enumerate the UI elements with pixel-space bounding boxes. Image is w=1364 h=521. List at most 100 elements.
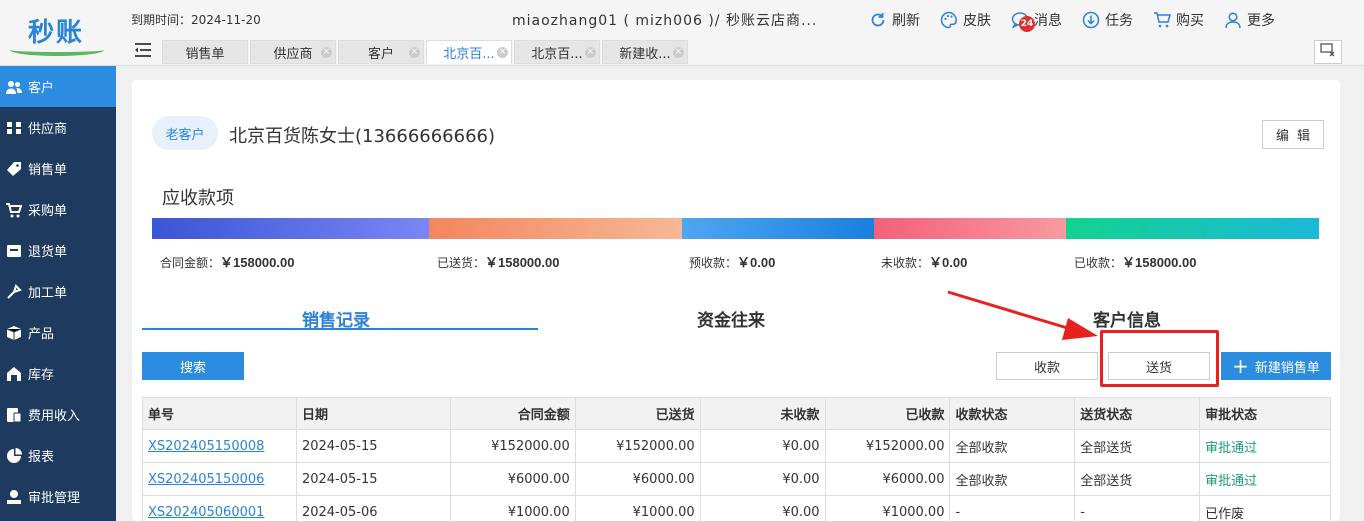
header-actions: 刷新 皮肤 24 消息 任务 购买 更多 [868, 8, 1294, 32]
return-icon [6, 243, 22, 259]
customer-detail-panel: 老客户 北京百货陈女士(13666666666) 编辑 应收款项 合同金额：￥1… [132, 80, 1340, 521]
highlight-box [1100, 330, 1219, 387]
close-tab-icon[interactable]: × [321, 47, 332, 58]
menu-toggle-button[interactable] [130, 40, 156, 64]
column-header[interactable]: 审批状态 [1199, 397, 1331, 430]
close-tab-icon[interactable]: × [409, 47, 420, 58]
receivable-label: 已收款： [1074, 256, 1123, 270]
screen-close-icon [1320, 43, 1336, 61]
receivable-bar-contract [152, 218, 429, 239]
receivable-value: ￥158000.00 [220, 255, 295, 270]
table-cell: 全部送货 [1074, 429, 1201, 463]
sidebar-item-return-order[interactable]: 退货单 [0, 230, 116, 271]
receivable-value: ￥0.00 [929, 255, 968, 270]
messages-button[interactable]: 24 消息 [1010, 8, 1062, 32]
table-header-row: 单号 日期 合同金额 已送货 未收款 已收款 收款状态 送货状态 审批状态 [142, 397, 1331, 430]
order-link-text[interactable]: XS202405150006 [148, 472, 264, 487]
order-number-link[interactable]: XS202405060001 [142, 495, 297, 521]
app-logo[interactable]: 秒账 [8, 8, 104, 58]
sidebar-item-expense-income[interactable]: 费用收入 [0, 394, 116, 435]
sidebar-item-customer[interactable]: 客户 [0, 66, 116, 107]
close-tab-icon[interactable]: × [497, 47, 508, 58]
tab-customer-detail[interactable]: 北京百... × [514, 40, 600, 64]
sidebar-item-purchase-order[interactable]: 采购单 [0, 189, 116, 230]
sidebar-item-label: 库存 [28, 368, 55, 383]
order-link-text[interactable]: XS202405060001 [148, 505, 264, 520]
close-tab-icon[interactable]: × [673, 47, 684, 58]
more-button[interactable]: 更多 [1223, 8, 1275, 32]
tab-sales-order[interactable]: 销售单 [162, 40, 248, 64]
buy-button[interactable]: 购买 [1152, 8, 1204, 32]
tab-customer-detail-active[interactable]: 北京百... × [426, 40, 512, 64]
table-cell: ¥6000.00 [574, 462, 701, 496]
sidebar-item-approval[interactable]: 审批管理 [0, 476, 116, 517]
receivable-contract: 合同金额：￥158000.00 [160, 252, 294, 271]
sales-records-table: 单号 日期 合同金额 已送货 未收款 已收款 收款状态 送货状态 审批状态 XS… [142, 397, 1331, 521]
search-button[interactable]: 搜索 [142, 352, 244, 380]
table-cell: 全部送货 [1074, 462, 1201, 496]
column-header[interactable]: 单号 [142, 397, 297, 430]
tab-label: 客户 [367, 46, 394, 62]
sidebar-item-inventory[interactable]: 库存 [0, 353, 116, 394]
new-sales-order-label: 新建销售单 [1254, 360, 1320, 376]
sidebar-item-report[interactable]: 报表 [0, 435, 116, 476]
receivable-value: ￥158000.00 [1122, 255, 1197, 270]
tab-customer[interactable]: 客户 × [338, 40, 424, 64]
tab-customer-info[interactable]: 客户信息 [1093, 306, 1161, 331]
table-row[interactable]: XS202405150006 2024-05-15 ¥6000.00 ¥6000… [142, 462, 1331, 496]
receivable-label: 合同金额： [160, 256, 221, 270]
new-sales-order-button[interactable]: + 新建销售单 [1221, 352, 1331, 380]
pie-chart-icon [6, 447, 22, 464]
receive-payment-button[interactable]: 收款 [996, 352, 1098, 380]
sidebar-item-label: 退货单 [28, 245, 68, 260]
money-icon [6, 407, 22, 423]
column-header[interactable]: 未收款 [699, 397, 826, 430]
sidebar-item-sales-order[interactable]: 销售单 [0, 148, 116, 189]
collapse-menu-icon [134, 43, 152, 61]
tasks-button[interactable]: 任务 [1081, 8, 1133, 32]
table-cell: ¥0.00 [699, 429, 826, 463]
order-link-text[interactable]: XS202405150008 [148, 439, 264, 454]
table-row[interactable]: XS202405060001 2024-05-06 ¥1000.00 ¥1000… [142, 495, 1331, 521]
refresh-icon [868, 10, 888, 30]
tab-label: 销售单 [185, 46, 225, 62]
column-header[interactable]: 已送货 [574, 397, 701, 430]
approval-icon [6, 489, 22, 505]
refresh-button[interactable]: 刷新 [868, 8, 920, 32]
column-header[interactable]: 日期 [295, 397, 451, 430]
table-cell: ¥152000.00 [449, 429, 576, 463]
fullscreen-button[interactable] [1314, 40, 1342, 64]
order-number-link[interactable]: XS202405150006 [142, 462, 297, 496]
edit-button[interactable]: 编辑 [1262, 120, 1324, 149]
tab-bar: 销售单 供应商 × 客户 × 北京百... × 北京百... × 新建收... × [130, 40, 690, 64]
more-label: 更多 [1247, 13, 1275, 29]
column-header[interactable]: 送货状态 [1074, 397, 1201, 430]
tab-new-receipt[interactable]: 新建收... × [602, 40, 688, 64]
receivable-prepaid: 预收款：￥0.00 [689, 252, 775, 271]
order-number-link[interactable]: XS202405150008 [142, 429, 297, 463]
column-header[interactable]: 已收款 [824, 397, 951, 430]
sidebar-item-label: 销售单 [28, 163, 68, 178]
sidebar-item-label: 审批管理 [28, 491, 81, 506]
column-header[interactable]: 合同金额 [449, 397, 576, 430]
table-cell: ¥1000.00 [824, 495, 951, 521]
sidebar-item-process-order[interactable]: 加工单 [0, 271, 116, 312]
tab-supplier[interactable]: 供应商 × [250, 40, 336, 64]
table-row[interactable]: XS202405150008 2024-05-15 ¥152000.00 ¥15… [142, 429, 1331, 463]
receivable-label: 预收款： [689, 256, 738, 270]
skin-button[interactable]: 皮肤 [939, 8, 991, 32]
table-cell: ¥6000.00 [824, 462, 951, 496]
buy-label: 购买 [1176, 13, 1204, 29]
sidebar-item-label: 供应商 [28, 122, 68, 137]
table-cell: ¥0.00 [699, 462, 826, 496]
sidebar-item-supplier[interactable]: 供应商 [0, 107, 116, 148]
account-info[interactable]: miaozhang01 ( mizh006 )/ 秒账云店商... [512, 10, 817, 30]
sidebar-item-label: 加工单 [28, 286, 68, 301]
close-tab-icon[interactable]: × [585, 47, 596, 58]
sidebar-item-product[interactable]: 产品 [0, 312, 116, 353]
message-badge: 24 [1019, 16, 1035, 32]
receivable-value: ￥158000.00 [485, 255, 560, 270]
user-icon [1223, 10, 1243, 30]
tab-fund-transactions[interactable]: 资金往来 [697, 306, 765, 331]
column-header[interactable]: 收款状态 [949, 397, 1076, 430]
